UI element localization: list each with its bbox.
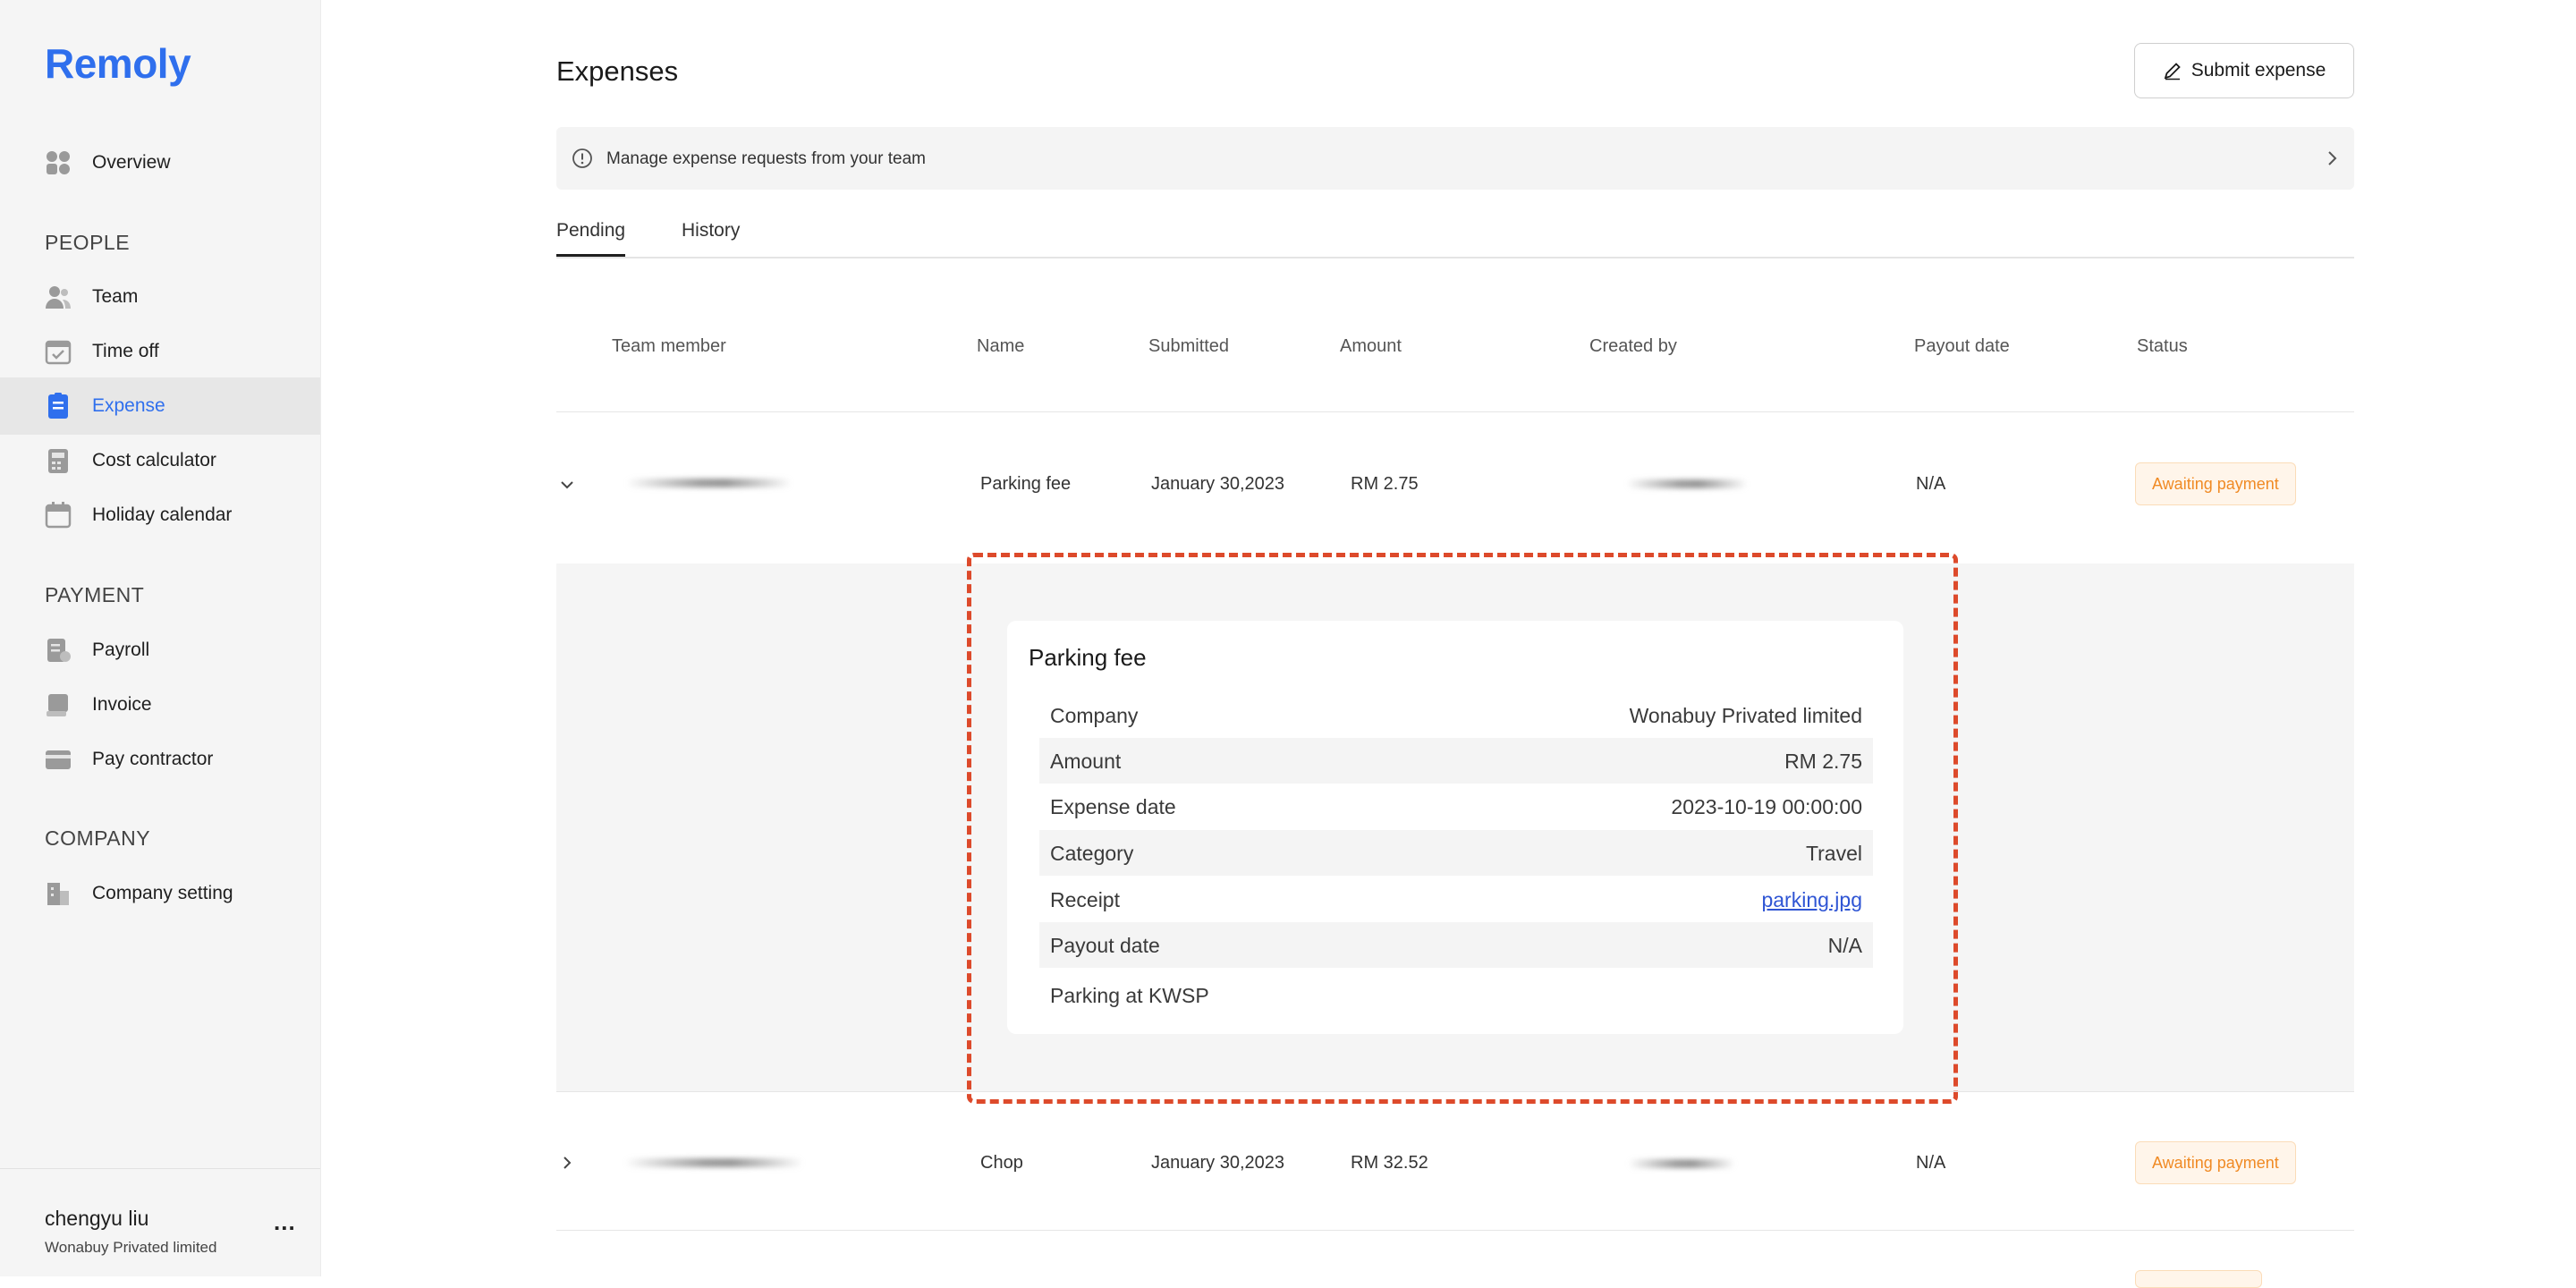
grid-icon [47, 151, 70, 174]
user-profile: chengyu liu Wonabuy Privated limited ... [0, 1168, 320, 1277]
more-options-button[interactable]: ... [274, 1208, 296, 1236]
payout-date: N/A [1916, 474, 1946, 494]
expense-name: Chop [980, 1153, 1023, 1173]
expense-name: Parking fee [980, 474, 1072, 494]
sidebar-item-label: Expense [92, 395, 165, 416]
detail-value: RM 2.75 [1784, 750, 1862, 773]
created-by-redacted [1628, 1159, 1735, 1168]
detail-key: Company [1050, 704, 1139, 727]
sidebar-item-holiday-calendar[interactable]: Holiday calendar [0, 487, 320, 544]
calendar-icon [45, 502, 72, 529]
column-header: Team member [612, 336, 726, 356]
sidebar-item-label: Overview [92, 152, 171, 173]
sidebar-item-pay-contractor[interactable]: Pay contractor [0, 731, 320, 788]
sidebar-item-overview[interactable]: Overview [0, 134, 320, 191]
column-header: Status [2137, 336, 2188, 356]
calendar-check-icon [45, 340, 72, 365]
submitted-date: January 30,2023 [1151, 1153, 1285, 1173]
detail-key: Category [1050, 842, 1134, 865]
team-member-redacted [624, 1158, 803, 1167]
sidebar-item-expense[interactable]: Expense [0, 377, 320, 435]
detail-row-expense-date: Expense date 2023-10-19 00:00:00 [1039, 784, 1873, 829]
sidebar-item-label: Holiday calendar [92, 504, 233, 525]
submitted-date: January 30,2023 [1151, 474, 1285, 494]
info-icon [572, 148, 592, 168]
divider [556, 1091, 2354, 1092]
user-name: chengyu liu [45, 1207, 149, 1230]
chevron-right-icon[interactable] [2322, 148, 2342, 168]
detail-row-receipt: Receipt parking.jpg [1039, 877, 1873, 922]
team-icon [46, 286, 71, 309]
detail-row-amount: Amount RM 2.75 [1039, 738, 1873, 784]
sidebar-item-label: Payroll [92, 640, 150, 660]
detail-row-payout-date: Payout date N/A [1039, 922, 1873, 968]
detail-key: Expense date [1050, 795, 1176, 818]
status-badge: Awaiting payment [2135, 462, 2296, 505]
expense-icon [48, 393, 68, 419]
created-by-redacted [1626, 479, 1748, 488]
sidebar-item-time-off[interactable]: Time off [0, 323, 320, 380]
detail-value: Wonabuy Privated limited [1629, 704, 1862, 727]
sidebar-item-payroll[interactable]: Payroll [0, 622, 320, 679]
section-payment: PAYMENT [45, 583, 145, 606]
tab-bar: Pending History [556, 220, 2354, 258]
detail-note: Parking at KWSP [1050, 984, 1209, 1007]
receipt-link[interactable]: parking.jpg [1761, 888, 1862, 912]
sidebar-item-label: Pay contractor [92, 749, 214, 769]
sidebar-item-cost-calculator[interactable]: Cost calculator [0, 432, 320, 489]
team-member-redacted [626, 479, 792, 487]
detail-row-category: Category Travel [1039, 830, 1873, 876]
page-title: Expenses [556, 55, 679, 87]
submit-expense-label: Submit expense [2190, 60, 2326, 80]
detail-value: 2023-10-19 00:00:00 [1671, 795, 1862, 818]
tab-history[interactable]: History [682, 220, 740, 254]
amount: RM 2.75 [1351, 474, 1419, 494]
detail-row-company: Company Wonabuy Privated limited [1039, 692, 1873, 738]
payout-date: N/A [1916, 1153, 1946, 1173]
submit-expense-button[interactable]: Submit expense [2134, 43, 2354, 98]
expense-detail-card: Parking fee Company Wonabuy Privated lim… [1007, 621, 1903, 1034]
chevron-right-icon[interactable] [556, 1152, 578, 1174]
app-logo[interactable]: Remoly [45, 39, 191, 88]
sidebar-item-label: Team [92, 286, 139, 307]
invoice-icon [47, 694, 68, 716]
detail-key: Amount [1050, 750, 1122, 773]
sidebar-item-label: Company setting [92, 883, 233, 903]
section-people: PEOPLE [45, 231, 131, 254]
sidebar-item-company-setting[interactable]: Company setting [0, 865, 320, 922]
divider [556, 411, 2354, 412]
status-badge: Awaiting payment [2135, 1141, 2296, 1184]
status-badge-partial [2135, 1270, 2262, 1288]
tab-pending[interactable]: Pending [556, 220, 626, 257]
column-header: Submitted [1148, 336, 1230, 356]
sidebar-item-label: Time off [92, 341, 159, 361]
sidebar-item-team[interactable]: Team [0, 268, 320, 326]
divider [556, 1230, 2354, 1231]
info-banner[interactable]: Manage expense requests from your team [556, 127, 2354, 190]
calculator-icon [48, 449, 68, 473]
detail-value: N/A [1827, 934, 1862, 957]
sidebar-item-invoice[interactable]: Invoice [0, 676, 320, 733]
chevron-down-icon[interactable] [556, 474, 578, 496]
detail-key: Payout date [1050, 934, 1160, 957]
section-company: COMPANY [45, 826, 151, 850]
sidebar-item-label: Cost calculator [92, 450, 216, 470]
column-header: Amount [1340, 336, 1402, 356]
detail-title: Parking fee [1029, 644, 1147, 671]
sidebar: Remoly Overview PEOPLE Team Time off Exp… [0, 0, 321, 1276]
detail-key: Receipt [1050, 888, 1120, 911]
column-header: Created by [1589, 336, 1677, 356]
sidebar-item-label: Invoice [92, 694, 152, 715]
payroll-icon [47, 639, 71, 662]
info-banner-text: Manage expense requests from your team [606, 149, 926, 168]
detail-value: Travel [1805, 842, 1862, 865]
pen-icon [2164, 63, 2181, 80]
building-icon [47, 883, 69, 905]
card-icon [46, 750, 71, 769]
column-header: Name [977, 336, 1025, 356]
column-header: Payout date [1914, 336, 2010, 356]
amount: RM 32.52 [1351, 1153, 1428, 1173]
user-company: Wonabuy Privated limited [45, 1239, 217, 1256]
